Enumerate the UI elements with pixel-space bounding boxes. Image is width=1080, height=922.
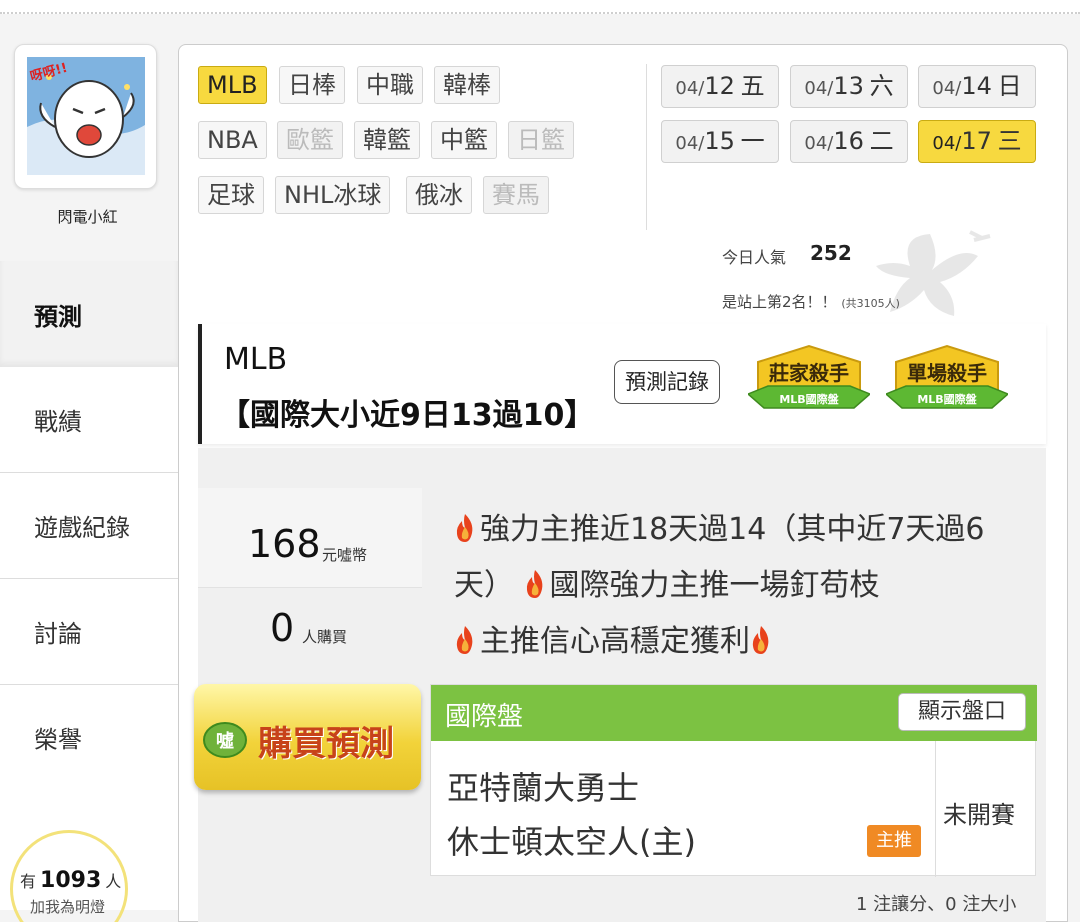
side-nav: 預測 戰績 遊戲紀錄 討論 榮譽 <box>0 261 178 791</box>
sport-tab-npb[interactable]: 日棒 <box>279 66 345 104</box>
fans-count: 有 1093 人 <box>20 868 122 893</box>
date-tab-0416[interactable]: 04/16 二 <box>790 120 908 163</box>
nav-label: 戰績 <box>34 408 82 436</box>
game-status: 未開賽 <box>943 801 1015 829</box>
fire-icon <box>456 514 473 542</box>
username[interactable]: 閃電小紅 <box>0 206 175 227</box>
buyers-count: 0 <box>270 606 295 650</box>
sport-tab-nba[interactable]: NBA <box>198 121 267 159</box>
sport-tab-khl[interactable]: 俄冰 <box>406 176 472 214</box>
nav-label: 榮譽 <box>34 726 82 754</box>
prediction-title: 【國際大小近9日13過10】 <box>220 398 595 433</box>
svg-text:單場殺手: 單場殺手 <box>907 361 987 385</box>
nav-item-game-history[interactable]: 遊戲紀錄 <box>0 473 178 579</box>
date-tab-0413[interactable]: 04/13 六 <box>790 65 908 108</box>
price-unit: 元噓幣 <box>322 546 368 564</box>
sport-tab-nhl[interactable]: NHL冰球 <box>275 176 391 214</box>
status-divider <box>935 741 936 877</box>
coin-icon: 噓 <box>203 722 247 758</box>
sport-tab-sbl[interactable]: 中籃 <box>431 121 497 159</box>
nav-item-record[interactable]: 戰績 <box>0 367 178 473</box>
sport-tab-kbo[interactable]: 韓棒 <box>434 66 500 104</box>
pick-summary: 1 注讓分、0 注大小 <box>856 894 1017 915</box>
nav-item-discussion[interactable]: 討論 <box>0 579 178 685</box>
nav-item-honors[interactable]: 榮譽 <box>0 685 178 791</box>
home-team: 休士頓太空人(主) <box>447 823 696 861</box>
away-team: 亞特蘭大勇士 <box>447 769 640 807</box>
market-header: 國際盤 顯示盤口 <box>431 685 1037 741</box>
nav-label: 討論 <box>34 620 82 648</box>
sport-tab-soccer[interactable]: 足球 <box>198 176 264 214</box>
popularity-rank: 是站上第2名！！ (共3105人) <box>722 293 900 311</box>
main-pick-badge: 主推 <box>867 825 921 857</box>
svg-text:噓: 噓 <box>216 731 234 752</box>
buyers-unit: 人購買 <box>302 628 348 646</box>
market-panel: 國際盤 顯示盤口 亞特蘭大勇士 休士頓太空人(主) 主推 未開賽 <box>430 684 1037 877</box>
sport-tab-jp-basketball[interactable]: 日籃 <box>508 121 574 159</box>
nav-label: 遊戲紀錄 <box>34 514 130 542</box>
date-tab-0414[interactable]: 04/14 日 <box>918 65 1036 108</box>
popularity-label: 今日人氣 <box>722 248 787 267</box>
top-strip <box>0 0 1080 14</box>
league-name: MLB <box>224 342 288 377</box>
svg-text:MLB國際盤: MLB國際盤 <box>917 392 977 406</box>
market-title: 國際盤 <box>445 702 524 732</box>
sport-tab-mlb[interactable]: MLB <box>198 66 267 104</box>
fire-icon <box>752 626 769 654</box>
nav-item-predictions[interactable]: 預測 <box>0 261 178 367</box>
svg-text:MLB國際盤: MLB國際盤 <box>779 392 839 406</box>
date-tab-0412[interactable]: 04/12 五 <box>661 65 779 108</box>
prediction-record-button[interactable]: 預測記錄 <box>614 360 720 404</box>
avatar-image: 呀呀!! <box>27 57 145 175</box>
prediction-description: 強力主推近18天過14（其中近7天過6天） 國際強力主推一場釘苟枝 主推信心高穩… <box>454 512 985 659</box>
sport-tab-horse-racing[interactable]: 賽馬 <box>483 176 549 214</box>
buy-prediction-button[interactable]: 噓 購買預測 <box>194 684 421 790</box>
fire-icon <box>526 570 542 598</box>
popularity-value: 252 <box>810 241 852 265</box>
nav-label: 預測 <box>34 302 82 331</box>
avatar[interactable]: 呀呀!! <box>14 44 157 189</box>
prediction-header: MLB 【國際大小近9日13過10】 預測記錄 莊家殺手 MLB國際盤 單場殺手… <box>198 324 1046 444</box>
tabs-divider <box>646 64 647 230</box>
date-tab-0417[interactable]: 04/17 三 <box>918 120 1036 163</box>
prediction-content: 強力主推近18天過14（其中近7天過6天） 國際強力主推一場釘苟枝 主推信心高穩… <box>194 448 1046 922</box>
badge-single-game-killer-icon: 單場殺手 MLB國際盤 <box>886 344 1008 409</box>
price-value: 168 <box>248 522 321 566</box>
fire-icon <box>456 626 473 654</box>
sport-tab-cpbl[interactable]: 中職 <box>357 66 423 104</box>
sport-tab-kbl[interactable]: 韓籃 <box>354 121 420 159</box>
date-tab-0415[interactable]: 04/15 一 <box>661 120 779 163</box>
show-odds-button[interactable]: 顯示盤口 <box>898 693 1026 731</box>
svg-text:莊家殺手: 莊家殺手 <box>769 361 849 385</box>
sport-tab-euro-basketball[interactable]: 歐籃 <box>277 121 343 159</box>
buy-prediction-label: 購買預測 <box>258 724 394 764</box>
follow-link[interactable]: 加我為明燈 <box>30 896 105 917</box>
badge-banker-killer-icon: 莊家殺手 MLB國際盤 <box>748 344 870 409</box>
